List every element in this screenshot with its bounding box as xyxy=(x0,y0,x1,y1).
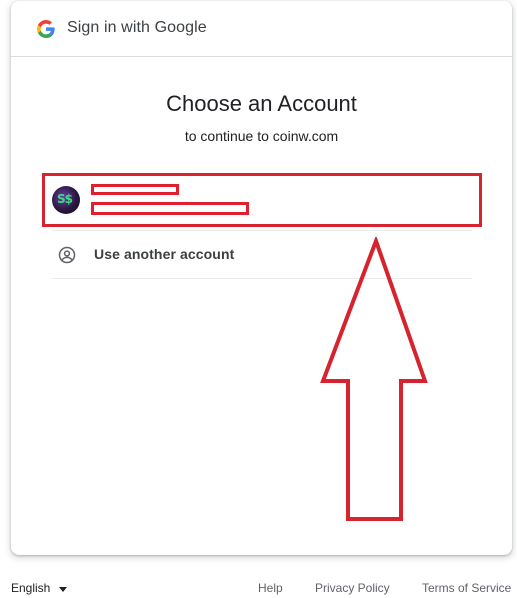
privacy-policy-link[interactable]: Privacy Policy xyxy=(315,581,390,595)
account-option[interactable]: S$ xyxy=(40,173,470,228)
terms-of-service-link[interactable]: Terms of Service xyxy=(422,581,511,595)
divider xyxy=(52,278,472,279)
person-circle-icon xyxy=(58,246,76,264)
header-title: Sign in with Google xyxy=(67,19,207,36)
user-avatar-icon: S$ xyxy=(52,186,80,214)
help-link[interactable]: Help xyxy=(258,581,283,595)
account-email-redacted xyxy=(91,202,249,215)
language-selector[interactable]: English xyxy=(11,581,50,595)
page-subtitle: to continue to coinw.com xyxy=(184,128,339,144)
google-g-icon xyxy=(37,20,55,38)
use-another-account-button[interactable]: Use another account xyxy=(52,231,472,278)
account-name-redacted xyxy=(91,184,179,195)
up-arrow-annotation-icon xyxy=(320,237,428,521)
card-header: Sign in with Google xyxy=(11,1,512,57)
avatar-text: S$ xyxy=(57,192,73,206)
footer: English Help Privacy Policy Terms of Ser… xyxy=(0,572,517,598)
use-another-account-label: Use another account xyxy=(94,246,235,262)
sign-in-card: Sign in with Google Choose an Account to… xyxy=(11,1,512,555)
chevron-down-icon[interactable] xyxy=(59,587,67,592)
page-title: Choose an Account xyxy=(166,91,357,116)
